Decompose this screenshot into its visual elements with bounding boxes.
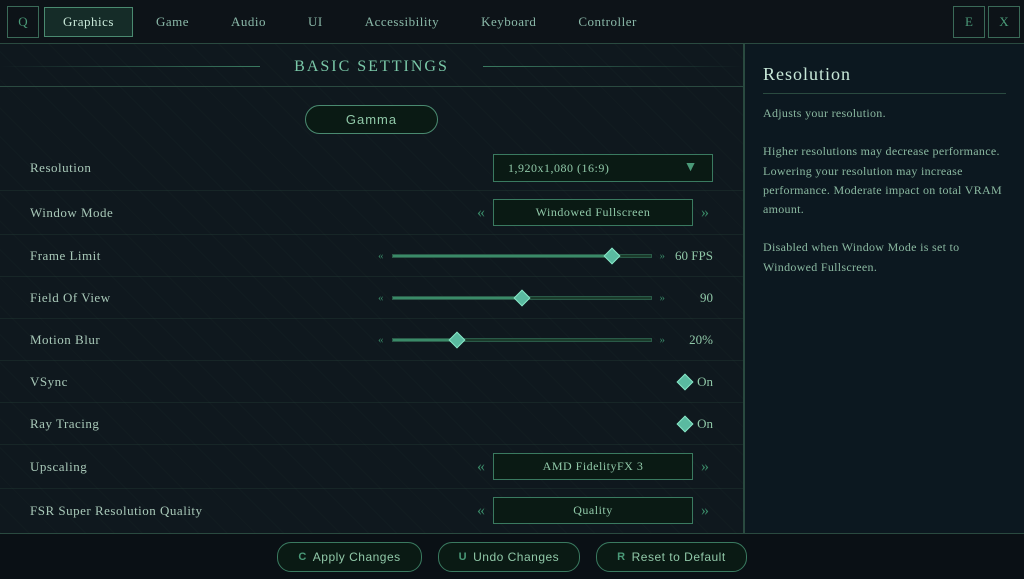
- apply-label: Apply Changes: [313, 550, 401, 564]
- tab-ui[interactable]: UI: [289, 7, 342, 37]
- window-mode-value: Windowed Fullscreen: [493, 199, 693, 226]
- frame-limit-left-arrows[interactable]: «: [378, 250, 384, 262]
- gamma-button[interactable]: Gamma: [305, 105, 438, 134]
- setting-row-resolution: Resolution 1,920x1,080 (16:9) ▼: [0, 146, 743, 191]
- fov-right-arrows[interactable]: »: [660, 292, 666, 304]
- resolution-dropdown[interactable]: 1,920x1,080 (16:9) ▼: [493, 154, 713, 182]
- bottom-bar: C Apply Changes U Undo Changes R Reset t…: [0, 533, 1024, 579]
- frame-limit-slider[interactable]: [392, 254, 652, 258]
- ray-tracing-value: On: [697, 416, 713, 432]
- tab-graphics[interactable]: Graphics: [44, 7, 133, 37]
- ray-tracing-toggle-icon[interactable]: [677, 415, 694, 432]
- setting-row-fsr: FSR Super Resolution Quality « Quality »: [0, 489, 743, 526]
- vsync-control: On: [230, 374, 713, 390]
- setting-row-upscaling: Upscaling « AMD FidelityFX 3 »: [0, 445, 743, 489]
- ray-tracing-label: Ray Tracing: [30, 416, 230, 432]
- vsync-toggle-icon[interactable]: [677, 373, 694, 390]
- info-text-line1: Adjusts your resolution.: [763, 106, 886, 120]
- window-mode-control: « Windowed Fullscreen »: [230, 199, 713, 226]
- fov-control: « » 90: [230, 290, 713, 306]
- tab-accessibility[interactable]: Accessibility: [346, 7, 458, 37]
- motion-blur-thumb[interactable]: [449, 331, 466, 348]
- fsr-left-arrow[interactable]: «: [473, 502, 489, 520]
- resolution-control: 1,920x1,080 (16:9) ▼: [230, 154, 713, 182]
- window-mode-label: Window Mode: [30, 205, 230, 221]
- motion-blur-label: Motion Blur: [30, 332, 230, 348]
- upscaling-value: AMD FidelityFX 3: [493, 453, 693, 480]
- motion-blur-left-arrows[interactable]: «: [378, 334, 384, 346]
- undo-label: Undo Changes: [473, 550, 559, 564]
- setting-row-vsync: VSync On: [0, 361, 743, 403]
- settings-scroll[interactable]: Gamma Resolution 1,920x1,080 (16:9) ▼ Wi…: [0, 87, 743, 526]
- ray-tracing-control: On: [230, 416, 713, 432]
- fsr-value: Quality: [493, 497, 693, 524]
- fov-left-arrows[interactable]: «: [378, 292, 384, 304]
- apply-changes-button[interactable]: C Apply Changes: [277, 542, 421, 572]
- frame-limit-control: « » 60 FPS: [230, 248, 713, 264]
- tab-keyboard[interactable]: Keyboard: [462, 7, 555, 37]
- fsr-label: FSR Super Resolution Quality: [30, 503, 230, 519]
- info-text: Adjusts your resolution. Higher resoluti…: [763, 104, 1006, 277]
- fsr-control: « Quality »: [230, 497, 713, 524]
- upscaling-left-arrow[interactable]: «: [473, 458, 489, 476]
- tab-controller[interactable]: Controller: [559, 7, 655, 37]
- setting-row-frame-limit: Frame Limit « » 60 FPS: [0, 235, 743, 277]
- apply-key: C: [298, 551, 306, 563]
- fsr-right-arrow[interactable]: »: [697, 502, 713, 520]
- info-text-line2: Higher resolutions may decrease performa…: [763, 144, 1002, 216]
- info-title: Resolution: [763, 64, 1006, 94]
- frame-limit-right-arrows[interactable]: »: [660, 250, 666, 262]
- fov-value: 90: [673, 290, 713, 306]
- gamma-row: Gamma: [0, 97, 743, 146]
- undo-changes-button[interactable]: U Undo Changes: [438, 542, 581, 572]
- window-mode-right-arrow[interactable]: »: [697, 204, 713, 222]
- frame-limit-label: Frame Limit: [30, 248, 230, 264]
- frame-limit-thumb[interactable]: [603, 247, 620, 264]
- fov-slider[interactable]: [392, 296, 652, 300]
- left-panel: Basic Settings Gamma Resolution 1,920x1,…: [0, 44, 744, 533]
- motion-blur-control: « » 20%: [230, 332, 713, 348]
- fov-thumb[interactable]: [513, 289, 530, 306]
- right-panel: Resolution Adjusts your resolution. High…: [744, 44, 1024, 533]
- vsync-label: VSync: [30, 374, 230, 390]
- frame-limit-fill: [393, 255, 612, 257]
- vsync-value: On: [697, 374, 713, 390]
- q-icon[interactable]: Q: [7, 6, 39, 38]
- section-title-wrap: Basic Settings: [0, 44, 743, 87]
- window-mode-left-arrow[interactable]: «: [473, 204, 489, 222]
- top-nav: Q Graphics Game Audio UI Accessibility K…: [0, 0, 1024, 44]
- frame-limit-value: 60 FPS: [673, 248, 713, 264]
- upscaling-label: Upscaling: [30, 459, 230, 475]
- setting-row-fov: Field Of View « » 90: [0, 277, 743, 319]
- close-icon[interactable]: X: [988, 6, 1020, 38]
- info-text-line3: Disabled when Window Mode is set to Wind…: [763, 240, 959, 273]
- setting-row-ray-tracing: Ray Tracing On: [0, 403, 743, 445]
- motion-blur-right-arrows[interactable]: »: [660, 334, 666, 346]
- fov-label: Field Of View: [30, 290, 230, 306]
- setting-row-motion-blur: Motion Blur « » 20%: [0, 319, 743, 361]
- resolution-value: 1,920x1,080 (16:9): [508, 161, 609, 176]
- setting-row-window-mode: Window Mode « Windowed Fullscreen »: [0, 191, 743, 235]
- section-title: Basic Settings: [0, 44, 743, 87]
- e-icon[interactable]: E: [953, 6, 985, 38]
- tab-game[interactable]: Game: [137, 7, 208, 37]
- resolution-label: Resolution: [30, 160, 230, 176]
- reset-to-default-button[interactable]: R Reset to Default: [596, 542, 747, 572]
- upscaling-control: « AMD FidelityFX 3 »: [230, 453, 713, 480]
- reset-key: R: [617, 551, 625, 563]
- fov-fill: [393, 297, 522, 299]
- undo-key: U: [459, 551, 467, 563]
- dropdown-arrow-icon: ▼: [684, 160, 698, 176]
- motion-blur-value: 20%: [673, 332, 713, 348]
- upscaling-right-arrow[interactable]: »: [697, 458, 713, 476]
- reset-label: Reset to Default: [632, 550, 726, 564]
- motion-blur-slider[interactable]: [392, 338, 652, 342]
- main-content: Basic Settings Gamma Resolution 1,920x1,…: [0, 44, 1024, 533]
- tab-audio[interactable]: Audio: [212, 7, 285, 37]
